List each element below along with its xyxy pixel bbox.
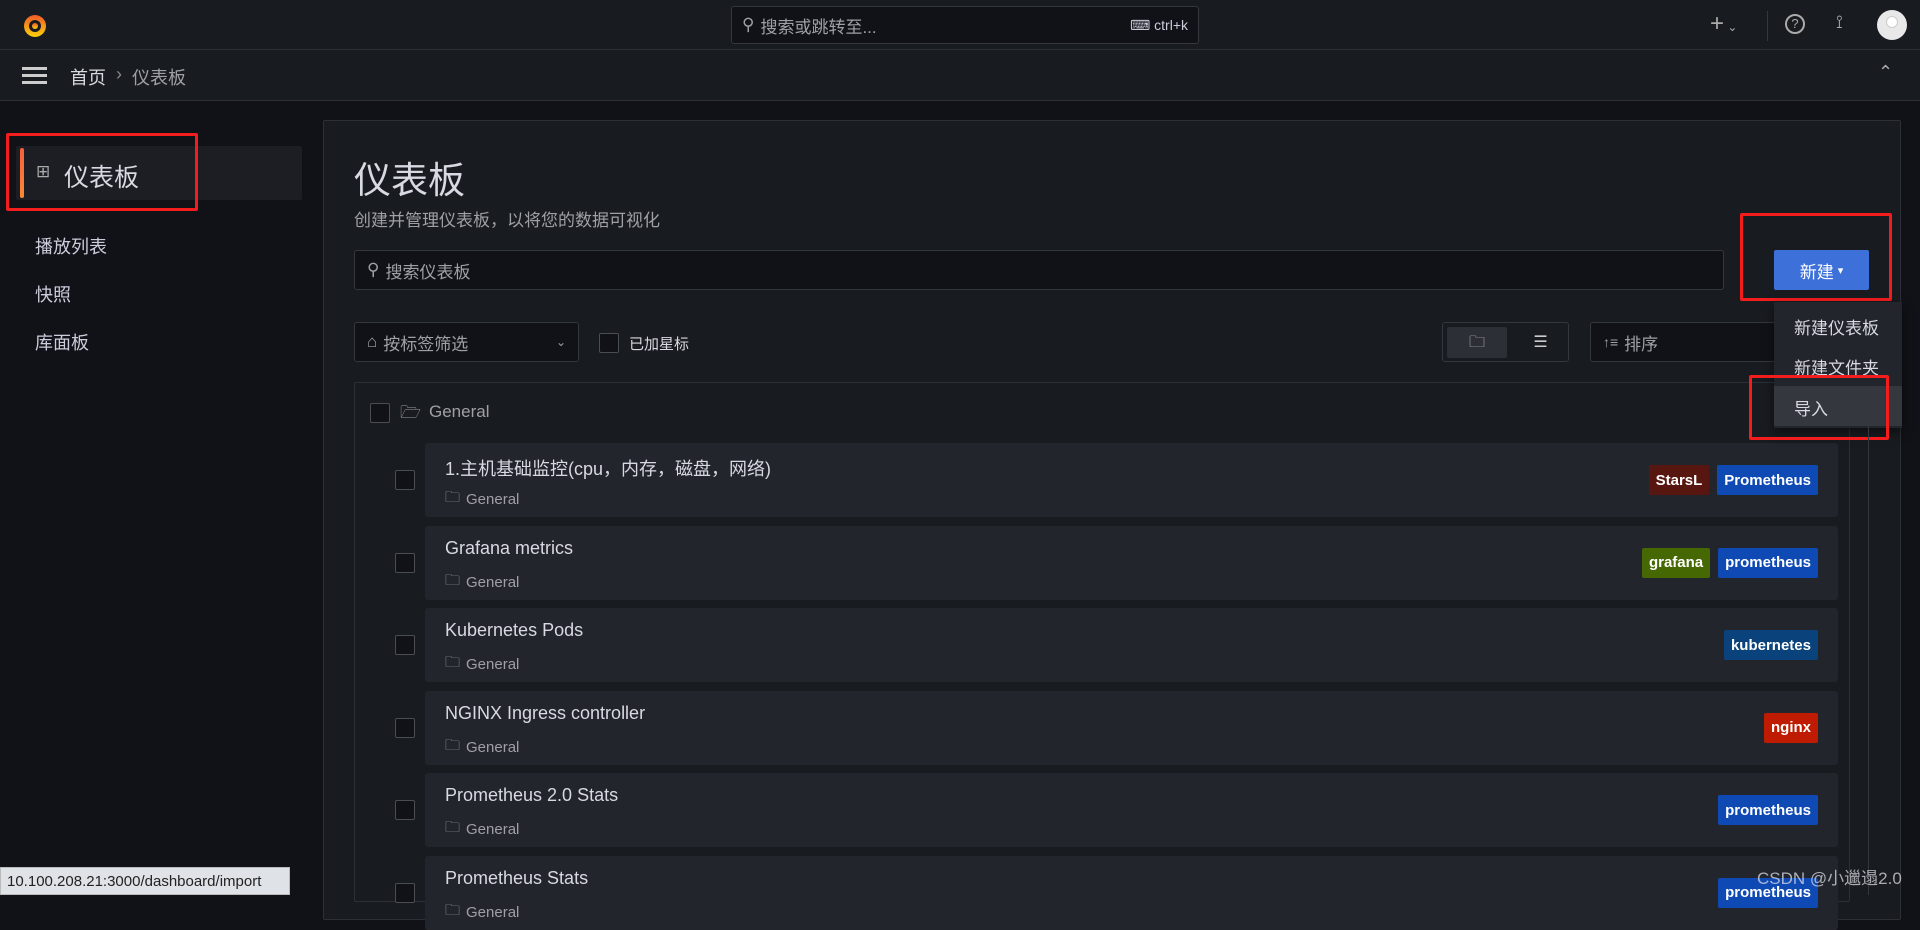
starred-checkbox[interactable] [599, 333, 619, 353]
search-icon: ⚲ [367, 260, 380, 279]
dashboard-title[interactable]: Prometheus 2.0 Stats [445, 785, 618, 806]
folder-view-button[interactable]: 🗀 [1447, 327, 1507, 358]
folder-icon: 🗀 [445, 819, 461, 836]
folder-label: General [466, 821, 520, 838]
global-search-input[interactable]: ⚲ 搜索或跳转至... ⌨ ctrl+k [731, 6, 1199, 44]
dashboard-folder: 🗀 General [445, 900, 519, 925]
folder-icon: 🗀 [445, 736, 461, 754]
folder-label: General [466, 738, 520, 756]
dashboard-title[interactable]: Prometheus Stats [445, 868, 588, 889]
row-checkbox[interactable] [395, 800, 415, 820]
folder-icon: 🗀 [445, 654, 461, 671]
top-bar: ⚲ 搜索或跳转至... ⌨ ctrl+k + ⌄ ? ⟟ [0, 0, 1920, 50]
tag[interactable]: kubernetes [1723, 630, 1818, 660]
annotation-box [1740, 213, 1892, 301]
dashboard-title[interactable]: Grafana metrics [445, 538, 573, 559]
view-toggle: 🗀 ☰ [1442, 322, 1569, 362]
folder-icon: 🗀 [445, 489, 461, 506]
tag-list: nginx [1764, 712, 1818, 743]
row-checkbox[interactable] [395, 552, 415, 573]
dashboard-row[interactable]: NGINX Ingress controller 🗀 General nginx [425, 690, 1838, 765]
menu-icon[interactable] [22, 67, 47, 84]
list-view-button[interactable]: ☰ [1518, 327, 1563, 358]
folder-checkbox[interactable] [370, 403, 390, 423]
collapse-chevron-up-icon[interactable]: ⌃ [1878, 62, 1893, 83]
tag-list: StarsL Prometheus [1648, 465, 1818, 495]
scrollbar[interactable] [1868, 400, 1869, 895]
folder-header-general[interactable]: General [429, 402, 489, 422]
user-avatar[interactable] [1877, 10, 1907, 40]
shortcut-text: ctrl+k [1154, 16, 1188, 33]
tag[interactable]: prometheus [1718, 547, 1818, 578]
folder-icon: 🗀 [445, 901, 461, 919]
dashboard-title[interactable]: Kubernetes Pods [445, 620, 583, 641]
breadcrumb-home[interactable]: 首页 [70, 64, 106, 90]
sort-select[interactable]: ↑≡ 排序 [1590, 322, 1790, 362]
dashboard-title[interactable]: 1.主机基础监控(cpu，内存，磁盘，网络) [445, 455, 771, 481]
dashboard-search-input[interactable]: ⚲ 搜索仪表板 [354, 250, 1724, 290]
breadcrumb-separator: › [116, 64, 122, 84]
dashboard-folder: 🗀 General [445, 735, 519, 760]
sidebar-item-snapshots[interactable]: 快照 [35, 281, 71, 307]
sidebar-item-library-panels[interactable]: 库面板 [35, 329, 89, 355]
menu-item-new-dashboard[interactable]: 新建仪表板 [1794, 314, 1879, 339]
row-checkbox[interactable] [395, 717, 415, 738]
folder-label: General [466, 491, 520, 508]
tag[interactable]: Prometheus [1717, 465, 1818, 495]
folder-open-icon: 🗁 [400, 403, 422, 422]
add-new-button[interactable]: + ⌄ [1710, 10, 1737, 38]
dashboard-folder: 🗀 General [445, 570, 519, 595]
dashboard-folder: 🗀 General [445, 652, 519, 677]
dashboard-folder: 🗀 General [445, 487, 519, 512]
tag-filter-select[interactable]: ⌂ 按标签筛选 ⌄ [354, 322, 579, 362]
row-checkbox[interactable] [395, 635, 415, 655]
page-title: 仪表板 [354, 160, 465, 201]
folder-label: General [466, 573, 520, 591]
help-icon[interactable]: ? [1785, 14, 1805, 34]
search-placeholder: 搜索仪表板 [385, 262, 471, 282]
folder-icon: 🗀 [445, 571, 461, 589]
grafana-logo-icon[interactable] [20, 10, 50, 40]
dashboard-row[interactable]: Grafana metrics 🗀 General grafana promethe… [425, 525, 1838, 600]
tag[interactable]: grafana [1641, 547, 1711, 578]
breadcrumb-bar: 首页 › 仪表板 ⌃ [0, 50, 1920, 101]
folder-label: General [466, 903, 520, 921]
sidebar-item-playlists[interactable]: 播放列表 [35, 233, 107, 259]
dashboard-row[interactable]: 1.主机基础监控(cpu，内存，磁盘，网络) 🗀 General StarsL Pr… [425, 443, 1838, 517]
search-placeholder: 搜索或跳转至... [760, 17, 877, 37]
dashboard-row[interactable]: Prometheus Stats 🗀 General prometheus [425, 855, 1838, 930]
news-feed-icon[interactable]: ⟟ [1836, 12, 1843, 33]
dashboard-row[interactable]: Prometheus 2.0 Stats 🗀 General prometheus [425, 773, 1838, 847]
dashboard-row[interactable]: Kubernetes Pods 🗀 General kubernetes [425, 608, 1838, 682]
dashboard-folder: 🗀 General [445, 817, 519, 842]
dashboard-title[interactable]: NGINX Ingress controller [445, 703, 645, 724]
search-icon: ⚲ [742, 15, 755, 34]
tag[interactable]: prometheus [1718, 795, 1818, 825]
breadcrumb: 首页 › 仪表板 [70, 64, 186, 90]
starred-label: 已加星标 [629, 336, 690, 353]
page-subtitle: 创建并管理仪表板，以将您的数据可视化 [354, 211, 660, 230]
watermark: CSDN @小邋遢2.0 [1757, 869, 1902, 888]
divider [1767, 11, 1768, 41]
row-checkbox[interactable] [395, 882, 415, 903]
annotation-box [6, 133, 198, 211]
status-bar-url: 10.100.208.21:3000/dashboard/import [0, 867, 290, 895]
tag-list: kubernetes [1723, 630, 1818, 660]
tag[interactable]: StarsL [1648, 465, 1710, 495]
shortcut-hint: ⌨ ctrl+k [1130, 16, 1188, 33]
breadcrumb-current: 仪表板 [132, 68, 186, 88]
tag-list: grafana prometheus [1641, 547, 1818, 578]
folder-label: General [466, 656, 520, 673]
tag-filter-placeholder: 按标签筛选 [383, 334, 469, 354]
row-checkbox[interactable] [395, 470, 415, 490]
sort-icon: ↑≡ [1603, 334, 1619, 350]
tag-icon: ⌂ [367, 332, 378, 351]
tag[interactable]: nginx [1764, 712, 1818, 743]
chevron-down-icon: ⌄ [555, 335, 566, 349]
tag-list: prometheus [1718, 795, 1818, 825]
sort-placeholder: 排序 [1624, 334, 1659, 354]
